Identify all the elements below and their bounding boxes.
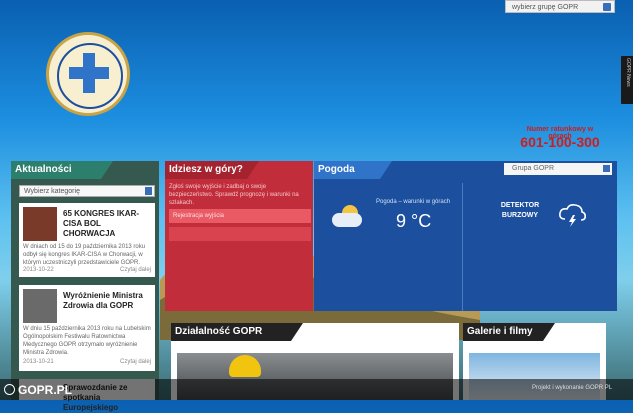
registration-button[interactable]: Rejestracja wyjścia	[169, 209, 311, 223]
mountains-panel-text: Zgłoś swoje wyjście i zadbaj o swoje bez…	[169, 184, 299, 206]
weather-label: Pogoda – warunki w górach	[376, 199, 451, 205]
mountains-panel-title[interactable]: Idziesz w góry?	[165, 161, 259, 179]
news-panel: Aktualności Wybierz kategorię 65 KONGRES…	[11, 161, 159, 412]
news-item-date: 2013-10-21	[23, 359, 54, 365]
gopr-small-logo-icon	[4, 384, 15, 395]
side-news-tab-label: GOPR News	[625, 58, 631, 87]
read-more-link[interactable]: Czytaj dalej	[120, 267, 151, 273]
category-select-label: Wybierz kategorię	[24, 188, 80, 195]
weather-divider	[462, 183, 463, 311]
partly-cloudy-icon	[332, 205, 362, 229]
news-item[interactable]: 65 KONGRES IKAR-CISA BOL CHORWACJA W dni…	[19, 203, 155, 277]
news-item-text: W dniu 15 października 2013 roku na Lube…	[23, 326, 151, 356]
news-panel-title[interactable]: Aktualności	[11, 161, 113, 179]
bottom-logo-text[interactable]: GOPR.PL	[18, 383, 72, 397]
read-more-link[interactable]: Czytaj dalej	[120, 359, 151, 365]
news-item-text: W dniach od 15 do 19 października 2013 r…	[23, 244, 146, 266]
weather-panel: Pogoda Grupa GOPR Pogoda – warunki w gór…	[314, 161, 617, 311]
bottom-bar: GOPR.PL Projekt i wykonanie GOPR PL	[0, 379, 633, 400]
weather-panel-title[interactable]: Pogoda	[314, 161, 392, 179]
activity-panel-title[interactable]: Działalność GOPR	[171, 323, 303, 341]
gallery-panel-title[interactable]: Galerie i filmy	[463, 323, 555, 341]
mountains-secondary-bar[interactable]	[169, 227, 311, 241]
cross-icon-bar	[69, 67, 109, 79]
category-select[interactable]: Wybierz kategorię	[19, 185, 155, 197]
news-thumbnail	[23, 207, 57, 241]
bottom-credits: Projekt i wykonanie GOPR PL	[532, 385, 613, 391]
side-news-tab[interactable]: GOPR News	[621, 56, 633, 104]
chevron-down-icon	[603, 3, 611, 11]
gopr-group-select[interactable]: wybierz grupę GOPR	[505, 0, 615, 13]
weather-temperature: 9 °C	[396, 211, 432, 231]
weather-group-select[interactable]: Grupa GOPR	[504, 163, 612, 175]
news-item-date: 2013-10-22	[23, 267, 54, 273]
weather-group-select-label: Grupa GOPR	[512, 165, 555, 172]
chevron-down-icon	[145, 187, 152, 195]
mountains-panel: Idziesz w góry? Zgłoś swoje wyjście i za…	[165, 161, 313, 311]
news-item-title[interactable]: 65 KONGRES IKAR-CISA BOL CHORWACJA	[63, 209, 153, 239]
gopr-group-select-label: wybierz grupę GOPR	[512, 4, 579, 11]
chevron-down-icon	[603, 165, 610, 172]
news-thumbnail	[23, 289, 57, 323]
news-item-footer: 2013-10-22 Czytaj dalej	[23, 267, 151, 273]
news-item-footer: 2013-10-21 Czytaj dalej	[23, 359, 151, 365]
lightning-cloud-icon[interactable]	[557, 203, 587, 227]
gopr-logo[interactable]	[46, 32, 130, 116]
news-item-title[interactable]: Wyróżnienie Ministra Zdrowia dla GOPR	[63, 291, 153, 311]
rescue-number[interactable]: 601-100-300	[515, 134, 605, 150]
storm-detector-label[interactable]: DETEKTOR BURZOWY	[490, 201, 550, 221]
news-item[interactable]: Wyróżnienie Ministra Zdrowia dla GOPR W …	[19, 285, 155, 371]
helmet-image	[229, 355, 261, 377]
